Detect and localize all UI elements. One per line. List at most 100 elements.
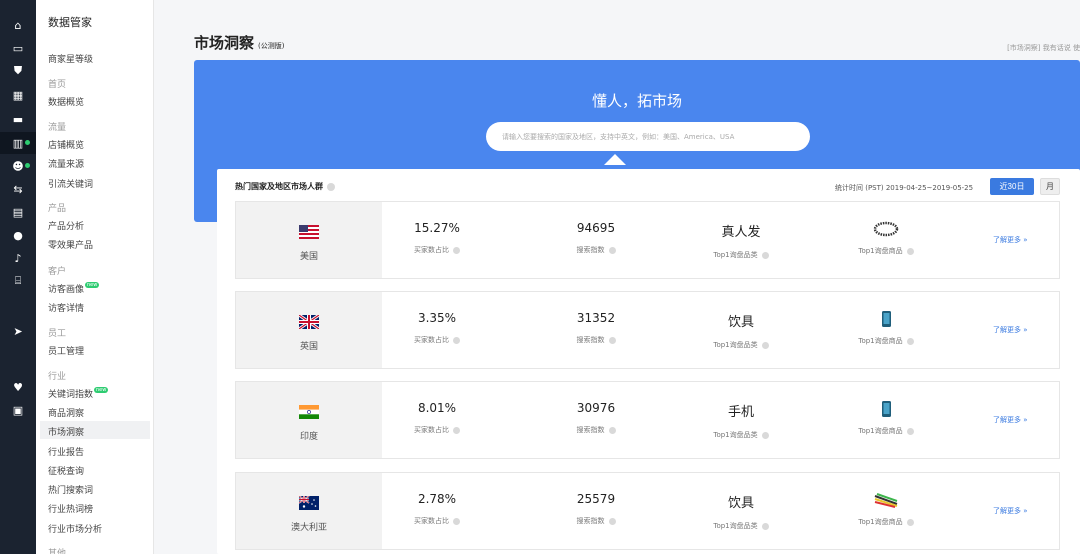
country-row[interactable]: 澳大利亚 2.78% 买家数占比 25579 搜索指数 饮具 Top1询盘品类 Top1询盘商… <box>235 472 1060 550</box>
panel-title: 热门国家及地区市场人群 <box>235 181 335 192</box>
sidebar-item[interactable]: 引流关键词 <box>48 177 93 190</box>
flag-uk-icon <box>298 313 320 331</box>
help-icon[interactable] <box>453 246 460 254</box>
country-name: 英国 <box>299 342 318 352</box>
sidebar-item[interactable]: 流量来源 <box>48 157 84 170</box>
grid-icon[interactable]: ▦ <box>0 84 36 106</box>
help-icon[interactable] <box>761 341 769 349</box>
sidebar-item[interactable]: 访客画像 new <box>48 282 100 295</box>
country-row[interactable]: 印度 8.01% 买家数占比 30976 搜索指数 手机 Top1询盘品类 Top1询盘商品 了… <box>235 381 1060 459</box>
help-icon[interactable] <box>906 247 914 255</box>
sidebar-item[interactable]: 商家星等级 <box>48 52 93 65</box>
product-phonecase-icon[interactable] <box>831 401 941 421</box>
users-icon[interactable]: ☻ <box>0 155 36 177</box>
country-row[interactable]: 英国 3.35% 买家数占比 31352 搜索指数 饮具 Top1询盘品类 Top1询盘商品 了… <box>235 291 1060 369</box>
sidebar-item[interactable]: 行业报告 <box>48 445 84 458</box>
top-category-value: 手机 <box>727 405 754 420</box>
help-icon[interactable] <box>453 426 460 434</box>
sidebar-item[interactable]: 商品洞察 <box>48 406 84 419</box>
sidebar-title: 数据管家 <box>48 16 92 29</box>
help-icon[interactable] <box>761 431 769 439</box>
help-icon[interactable] <box>608 246 616 254</box>
message-icon[interactable]: ▬ <box>0 108 36 130</box>
learn-more-link[interactable]: 了解更多 » <box>993 235 1028 245</box>
buyer-ratio-label: 买家数占比 <box>382 516 492 526</box>
country-name: 印度 <box>299 432 318 442</box>
sidebar-item[interactable]: 行业热词榜 <box>48 502 93 515</box>
help-icon[interactable] <box>453 517 460 525</box>
help-icon[interactable] <box>906 427 914 435</box>
globe-icon[interactable]: ● <box>0 224 36 246</box>
store-icon[interactable]: ▭ <box>0 37 36 59</box>
icon-rail: ⌂ ▭ ⛊ ▦ ▬ ▥ ☻ ⇆ ▤ ● ♪ ⌸ ➤ ♥ ▣ <box>0 0 36 554</box>
help-icon[interactable] <box>761 251 769 259</box>
arrows-icon[interactable]: ⇆ <box>0 178 36 200</box>
home-icon[interactable]: ⌂ <box>0 14 36 36</box>
top-category: 饮具 Top1询盘品类 <box>686 492 796 531</box>
sidebar-item[interactable]: 热门搜索词 <box>48 483 93 496</box>
feedback-links[interactable]: [市场洞察] 我有话说 使 <box>1007 43 1080 53</box>
top-category-label: Top1询盘品类 <box>686 521 796 531</box>
top-category-label: Top1询盘品类 <box>686 340 796 350</box>
help-icon[interactable] <box>761 522 769 530</box>
sidebar-item[interactable]: 店铺概览 <box>48 138 84 151</box>
send-icon[interactable]: ➤ <box>0 320 36 342</box>
chart-icon[interactable]: ▥ <box>0 132 36 154</box>
learn-more-link[interactable]: 了解更多 » <box>993 506 1028 516</box>
help-icon[interactable] <box>453 336 460 344</box>
search-index-label: 搜索指数 <box>541 516 651 526</box>
top-category-value: 饮具 <box>727 315 754 330</box>
product-straws-icon[interactable] <box>831 492 941 512</box>
clipboard-icon[interactable]: ▤ <box>0 201 36 223</box>
buyer-ratio: 2.78% 买家数占比 <box>382 492 492 526</box>
sidebar-item[interactable]: 市场洞察 <box>48 425 84 438</box>
search-index: 30976 搜索指数 <box>541 401 651 435</box>
sidebar: 数据管家 商家星等级 首页 数据概览 流量 店铺概览 流量来源 引流关键词 产品 产品分析 零效果… <box>36 0 154 554</box>
top-category-label: Top1询盘品类 <box>686 430 796 440</box>
help-icon[interactable] <box>906 337 914 345</box>
product-hair-icon[interactable] <box>831 221 941 241</box>
product-phonecase-icon[interactable] <box>831 311 941 331</box>
learn-more-link[interactable]: 了解更多 » <box>993 415 1028 425</box>
shield-icon[interactable]: ⛊ <box>0 60 36 82</box>
help-icon[interactable] <box>906 518 914 526</box>
help-icon[interactable] <box>608 426 616 434</box>
country-cell: 澳大利亚 <box>236 473 382 549</box>
sidebar-group-label: 员工 <box>48 329 67 339</box>
range-month-button[interactable]: 月 <box>1040 178 1060 195</box>
sidebar-item[interactable]: 访客详情 <box>48 301 84 314</box>
help-icon[interactable] <box>608 336 616 344</box>
country-name: 澳大利亚 <box>290 523 327 533</box>
sidebar-item[interactable]: 关键词指数 new <box>48 387 109 400</box>
sidebar-item[interactable]: 员工管理 <box>48 344 84 357</box>
country-search-input[interactable]: 请输入您要搜索的国家及地区，支持中英文，例如：美国、America、USA <box>486 122 810 151</box>
sidebar-item[interactable]: 行业市场分析 <box>48 522 102 535</box>
briefcase-icon[interactable]: ▣ <box>0 399 36 421</box>
sidebar-item[interactable]: 数据概览 <box>48 95 84 108</box>
range-30d-button[interactable]: 近30日 <box>990 178 1034 195</box>
country-row[interactable]: 美国 15.27% 买家数占比 94695 搜索指数 真人发 Top1询盘品类 Top1询盘商… <box>235 201 1060 279</box>
main-content: 市场洞察 (公测版) [市场洞察] 我有话说 使 懂人，拓市场 请输入您要搜索的国… <box>154 0 1080 554</box>
sidebar-group-label: 流量 <box>48 123 67 133</box>
top-category: 真人发 Top1询盘品类 <box>686 221 796 260</box>
sidebar-item[interactable]: 零效果产品 <box>48 238 93 251</box>
stat-time: 统计时间 (PST) 2019-04-25~2019-05-25 <box>835 184 974 192</box>
country-name: 美国 <box>299 252 318 262</box>
sidebar-item[interactable]: 产品分析 <box>48 219 84 232</box>
market-panel: 热门国家及地区市场人群 统计时间 (PST) 2019-04-25~2019-0… <box>217 169 1080 554</box>
heart-icon[interactable]: ♥ <box>0 376 36 398</box>
buyer-ratio: 3.35% 买家数占比 <box>382 311 492 345</box>
help-icon[interactable] <box>608 517 616 525</box>
search-index-value: 25579 <box>576 492 616 506</box>
sidebar-item[interactable]: 征税查询 <box>48 464 84 477</box>
help-icon[interactable] <box>327 182 335 191</box>
learn-more-link[interactable]: 了解更多 » <box>993 325 1028 335</box>
bell-icon[interactable]: ♪ <box>0 247 36 269</box>
page-title: 市场洞察 (公测版) <box>194 34 285 52</box>
top-product: Top1询盘商品 <box>831 401 941 436</box>
search-index: 94695 搜索指数 <box>541 221 651 255</box>
search-index-label: 搜索指数 <box>541 335 651 345</box>
bank-icon[interactable]: ⌸ <box>0 270 36 292</box>
new-badge: new <box>94 387 109 393</box>
hero-title: 懂人，拓市场 <box>591 92 682 110</box>
